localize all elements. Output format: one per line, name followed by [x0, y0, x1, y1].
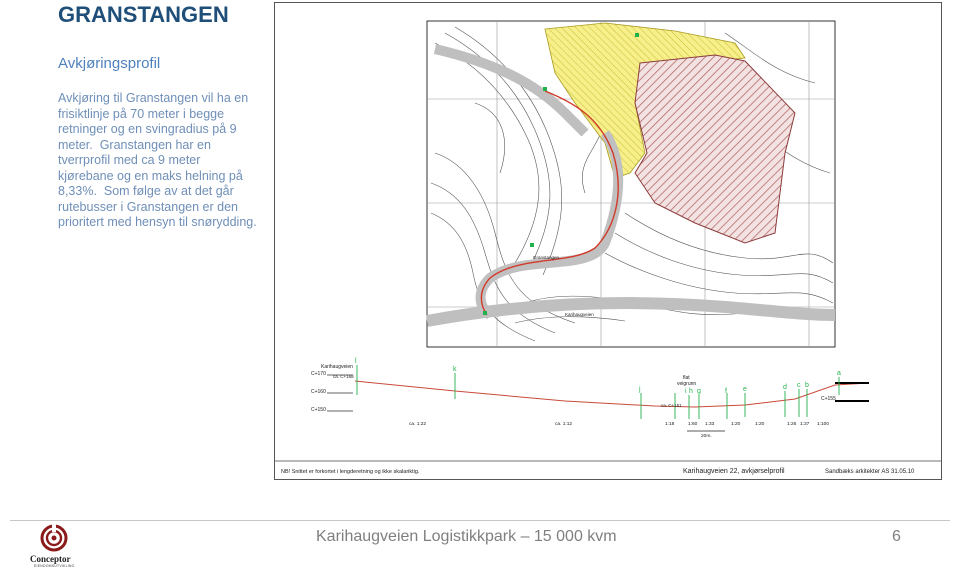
drawing-svg: Granstangen Karihaugveien Karihaugveien … — [275, 20, 941, 475]
elev-170: C+170 — [311, 371, 326, 377]
elevation-profile: Karihaugveien C+170 ca. C+168 C+160 C+15… — [311, 358, 870, 439]
profile-stations — [356, 365, 840, 419]
slope-5: 1:33 — [705, 421, 715, 427]
site-map: Granstangen Karihaugveien — [425, 20, 836, 348]
station-b: b — [805, 382, 809, 389]
elev-150: C+150 — [311, 407, 326, 413]
logo-sub: EIENDOMSUTVIKLING — [34, 564, 75, 568]
logo-name: Conceptor — [30, 554, 71, 564]
footer-divider — [10, 520, 950, 521]
station-c: c — [797, 382, 801, 389]
slope-8: 1:26 — [787, 421, 797, 427]
page-number: 6 — [892, 528, 901, 545]
station-a: a — [837, 370, 841, 377]
slope-2: ca. 1:12 — [555, 421, 572, 427]
scale-label: 20m. — [701, 433, 712, 439]
description-text: Avkjøring til Granstangen vil ha en fris… — [58, 91, 258, 231]
station-k: k — [453, 366, 457, 373]
profile-line — [354, 380, 870, 408]
drawing-architect: Sandbæks arkitekter AS 31.05.10 — [825, 469, 915, 475]
station-d: d — [783, 384, 787, 391]
point-end: C+155 — [821, 396, 836, 402]
slide-subtitle: Avkjøringsprofil — [58, 55, 161, 72]
station-g: g — [697, 388, 701, 395]
slope-9: 1:37 — [800, 421, 810, 427]
station-e: e — [743, 386, 747, 393]
flat-label-2: veigrunn — [677, 381, 696, 387]
slope-7: 1:20 — [755, 421, 765, 427]
map-road-label-upper: Granstangen — [533, 255, 560, 260]
slide-title: GRANSTANGEN — [58, 2, 229, 27]
slope-3: 1:18 — [665, 421, 675, 427]
drawing-caption: Karihaugveien 22, avkjørselprofil — [683, 468, 785, 475]
station-j: j — [638, 386, 641, 393]
footer-text: Karihaugveien Logistikkpark – 15 000 kvm — [316, 528, 617, 545]
station-i: i — [685, 388, 687, 395]
elev-160: C+160 — [311, 389, 326, 395]
station-h: h — [689, 388, 693, 395]
point-low: ca. C+151 — [661, 403, 682, 408]
site-drawing: Granstangen Karihaugveien Karihaugveien … — [274, 2, 942, 480]
slope-4: 1:60 — [688, 421, 698, 427]
map-road-label-lower: Karihaugveien — [565, 312, 594, 317]
slope-labels: ca. 1:22 ca. 1:12 1:18 1:60 1:33 1:20 1:… — [409, 421, 829, 427]
slope-10: 1:100 — [817, 421, 829, 427]
station-l: l — [355, 358, 357, 365]
station-f: f — [725, 388, 727, 395]
station-letters: l k j i h g f e d c b a — [355, 358, 841, 395]
profile-road-name: Karihaugveien — [321, 364, 353, 370]
drawing-note: NB! Snittet er forkortet i lengderetning… — [281, 469, 420, 475]
slope-6: 1:20 — [731, 421, 741, 427]
slope-1: ca. 1:22 — [409, 421, 426, 427]
